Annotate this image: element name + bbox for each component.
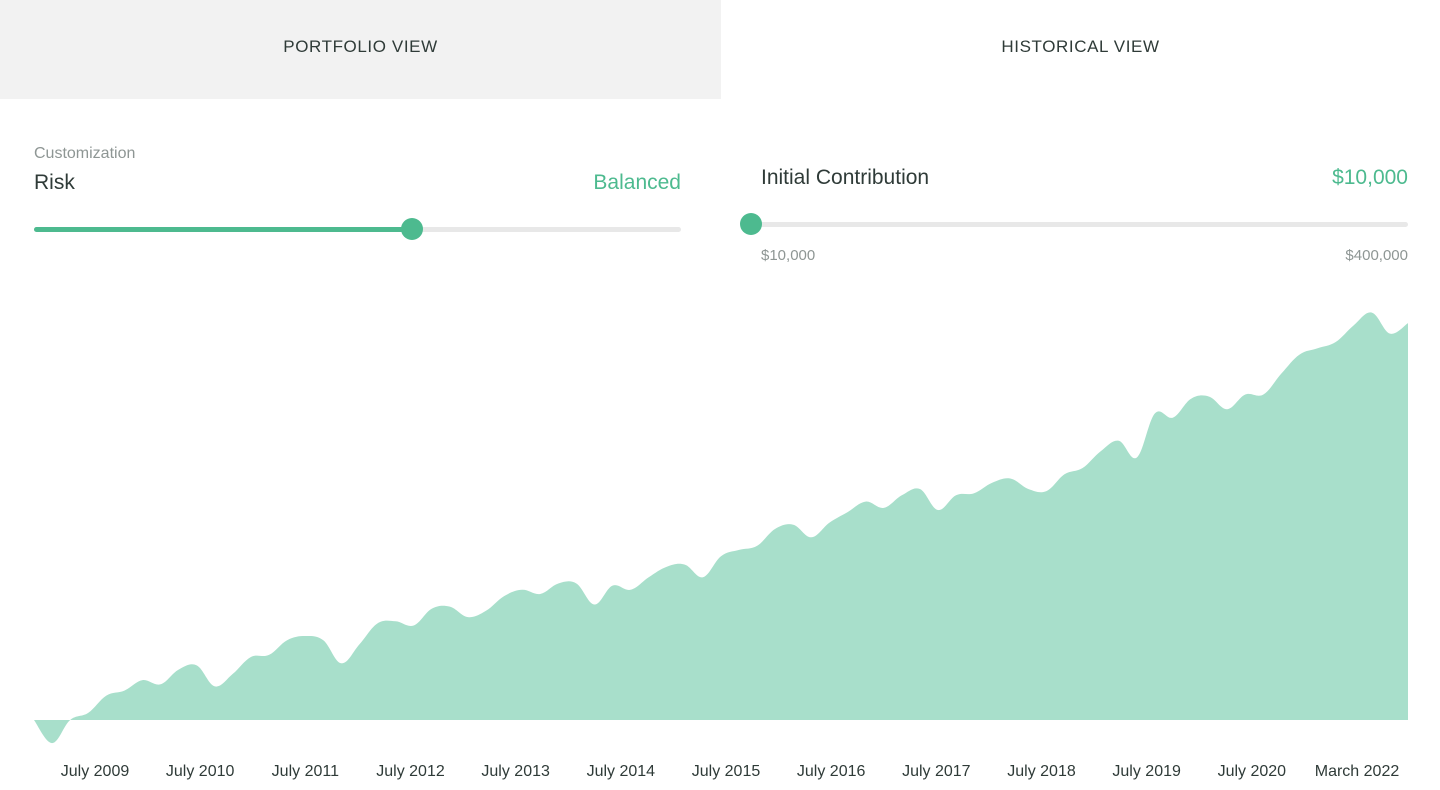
portfolio-value-area <box>34 312 1408 744</box>
x-tick-label: July 2013 <box>481 763 550 780</box>
x-tick-label: March 2022 <box>1315 763 1400 780</box>
x-tick-label: July 2019 <box>1112 763 1181 780</box>
contribution-min-label: $10,000 <box>761 247 816 264</box>
contribution-control: Initial Contribution $10,000 <box>761 166 1408 190</box>
x-tick-label: July 2018 <box>1007 763 1076 780</box>
contribution-slider[interactable] <box>740 213 1408 235</box>
x-tick-label: July 2015 <box>692 763 761 780</box>
risk-label: Risk <box>34 171 75 194</box>
view-tabs: PORTFOLIO VIEW HISTORICAL VIEW <box>0 0 1440 99</box>
risk-control: Customization Risk Balanced <box>34 145 681 195</box>
tab-portfolio-view[interactable]: PORTFOLIO VIEW <box>0 0 721 99</box>
risk-row: Risk Balanced <box>34 171 681 195</box>
initial-contribution-value: $10,000 <box>1332 166 1408 189</box>
risk-slider-fill <box>34 227 413 232</box>
x-tick-label: July 2017 <box>902 763 971 780</box>
risk-slider[interactable] <box>34 218 681 240</box>
x-tick-label: July 2010 <box>166 763 235 780</box>
initial-contribution-label: Initial Contribution <box>761 166 930 189</box>
x-tick-label: July 2009 <box>61 763 130 780</box>
customization-caption: Customization <box>34 145 136 162</box>
contribution-row: Initial Contribution $10,000 <box>761 166 1408 190</box>
historical-growth-chart: July 2009 July 2010 July 2011 July 2012 July… <box>34 312 1408 780</box>
x-axis-labels: July 2009 July 2010 July 2011 July 2012 July… <box>61 763 1400 780</box>
risk-slider-handle[interactable] <box>401 218 424 240</box>
contribution-max-label: $400,000 <box>1345 247 1408 264</box>
risk-value: Balanced <box>593 171 681 194</box>
x-tick-label: July 2016 <box>797 763 866 780</box>
contribution-slider-handle[interactable] <box>740 213 762 235</box>
contribution-range: $10,000 $400,000 <box>761 247 1408 264</box>
x-tick-label: July 2020 <box>1218 763 1287 780</box>
x-tick-label: July 2012 <box>376 763 445 780</box>
x-tick-label: July 2014 <box>587 763 656 780</box>
tab-historical-view[interactable]: HISTORICAL VIEW <box>721 0 1440 99</box>
x-tick-label: July 2011 <box>272 763 339 780</box>
